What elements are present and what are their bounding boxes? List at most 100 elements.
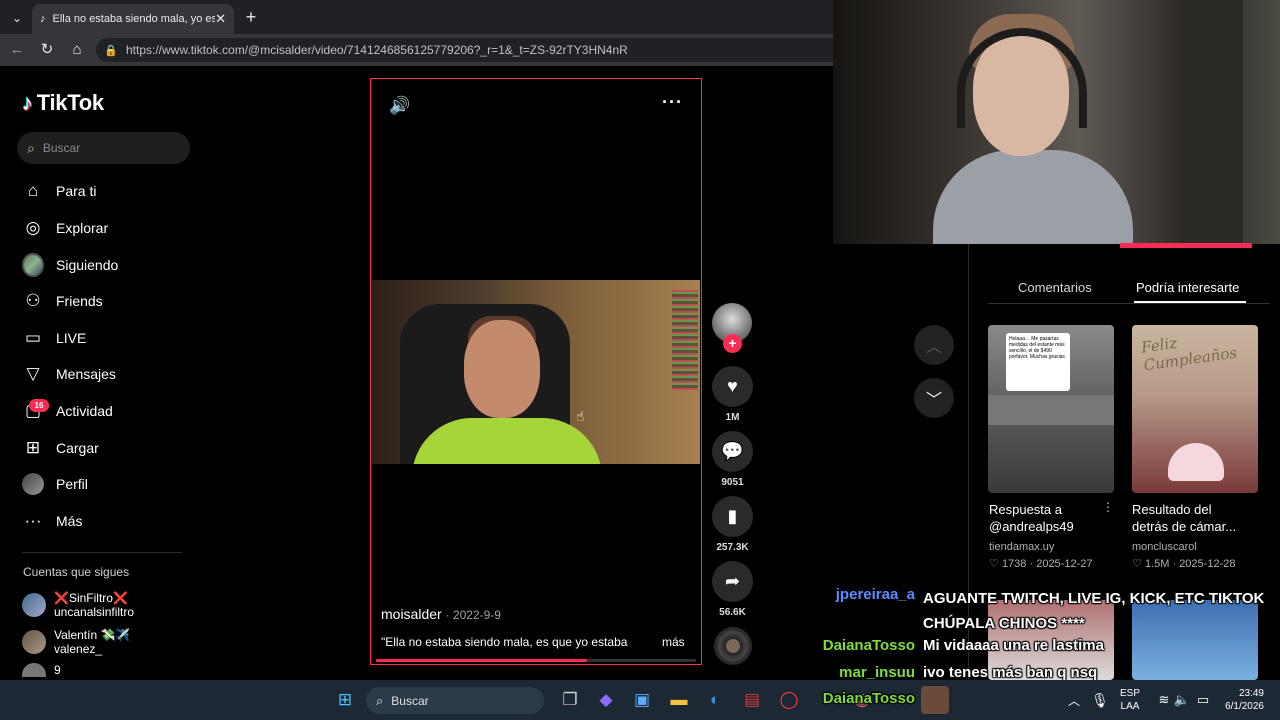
more-icon: ··· (24, 511, 42, 530)
sidebar-item-label: Actividad (56, 403, 113, 419)
video-user[interactable]: tiendamax.uy (989, 541, 1054, 553)
language-layout: LAA (1120, 701, 1140, 712)
url-text: https://www.tiktok.com/@mcisalder/video/… (126, 43, 628, 57)
chat-message: jpereiraa_a AGUANTE TWITCH, LIVE IG, KIC… (0, 586, 1280, 632)
video-menu-icon[interactable]: ⋮ (1102, 500, 1114, 514)
following-section-title: Cuentas que sigues (23, 565, 130, 579)
profile-avatar (22, 473, 44, 495)
video-likes: 1738 (1001, 558, 1027, 570)
language-code: ESP (1120, 688, 1141, 699)
tab-search-chevron-icon[interactable]: ⌄ (8, 9, 26, 27)
save-button[interactable]: ▮ (712, 496, 753, 537)
sidebar-item-label: Perfil (56, 476, 88, 492)
video-title[interactable]: Resultado del detrás de cámar... (1132, 501, 1250, 535)
language-indicator[interactable]: ESP LAA (1120, 687, 1140, 713)
progress-fill (376, 659, 588, 662)
sidebar-item-live[interactable]: ▭ LIVE (22, 323, 192, 353)
chevron-up-icon: ︿ (925, 339, 942, 356)
chat-text: ivo tenes más ban q nsq (923, 664, 1098, 681)
search-placeholder: Buscar (42, 141, 81, 155)
home-icon[interactable]: ⌂ (67, 40, 87, 60)
sidebar-divider (22, 552, 182, 553)
more-options-icon[interactable]: ··· (662, 92, 683, 113)
activity-badge: 16 (29, 399, 49, 412)
sidebar-item-label: Friends (56, 293, 103, 309)
tiktok-logo[interactable]: ♪ TikTok (22, 88, 104, 118)
video-date: 2025-12-28 (1179, 558, 1236, 570)
tab-comentarios[interactable]: Comentarios (1018, 280, 1092, 295)
sidebar-item-perfil[interactable]: Perfil (22, 469, 192, 499)
chat-username: mar_insuu (839, 664, 915, 681)
tiktok-note-icon: ♪ (22, 90, 33, 115)
address-bar[interactable]: 🔒 https://www.tiktok.com/@mcisalder/vide… (96, 38, 833, 62)
video-date: 2025-12-27 (1036, 558, 1093, 570)
tab-separator (988, 303, 1270, 304)
comment-button[interactable]: 💬 (712, 431, 753, 472)
video-user[interactable]: moncluscarol (1132, 541, 1197, 553)
comment-bubble-icon: 💬 (721, 441, 744, 461)
sidebar-item-label: Para ti (56, 183, 97, 199)
thumbnail-text: Holaaa… Me pasarías medidas del estante … (1006, 333, 1070, 391)
video-frame (372, 280, 700, 464)
reload-icon[interactable]: ↻ (37, 40, 57, 60)
sidebar-item-label: Cargar (56, 440, 99, 456)
video-stats: ♡ 1.5M · 2025-12-28 (1132, 558, 1236, 570)
back-arrow-icon[interactable]: ← (7, 40, 27, 60)
sidebar-item-mensajes[interactable]: ▽ Mensajes (22, 359, 192, 389)
sidebar-item-mas[interactable]: ··· Más (22, 506, 192, 536)
taskbar-clock[interactable]: 23:49 6/1/2026 (1218, 687, 1264, 713)
sidebar-item-friends[interactable]: ⚇ Friends (22, 286, 192, 316)
search-icon: ⌕ (27, 139, 35, 156)
sidebar-item-cargar[interactable]: ⊞ Cargar (22, 433, 192, 463)
chevron-down-icon: ﹀ (925, 392, 942, 409)
sidebar-item-siguiendo[interactable]: Siguiendo (22, 250, 192, 280)
sidebar-item-para-ti[interactable]: ⌂ Para ti (22, 176, 192, 206)
search-input[interactable]: ⌕ Buscar (17, 132, 190, 164)
chat-username: jpereiraa_a (835, 586, 915, 603)
following-avatar (22, 253, 44, 277)
home-icon: ⌂ (27, 181, 39, 200)
chat-text: AGUANTE TWITCH, LIVE IG, KICK, ETC TIKTO… (923, 590, 1265, 632)
site-info-icon[interactable]: 🔒 (104, 44, 118, 57)
save-count: 257.3K (716, 542, 749, 553)
live-icon: ▭ (24, 328, 42, 347)
new-tab-button[interactable]: + (242, 6, 260, 28)
chat-username: DaianaTosso (822, 637, 915, 654)
webcam-overlay (833, 0, 1280, 244)
volume-icon[interactable]: 🔊 (389, 96, 410, 116)
tray-chevron-up-icon[interactable]: ︿ (1060, 686, 1088, 714)
previous-video-button[interactable]: ︿ (914, 325, 954, 365)
active-tab-indicator (1134, 301, 1246, 303)
bookmark-icon: ▮ (727, 506, 738, 526)
chat-username: DaianaTosso (822, 690, 915, 707)
clock-date: 6/1/2026 (1225, 701, 1264, 712)
battery-icon[interactable]: ▭ (1189, 686, 1217, 714)
logo-text: TikTok (36, 90, 104, 115)
tab-podria-interesarte[interactable]: Podría interesarte (1136, 280, 1239, 295)
video-likes: 1.5M (1144, 558, 1170, 570)
video-thumbnail[interactable]: Holaaa… Me pasarías medidas del estante … (988, 325, 1114, 493)
close-tab-icon[interactable]: ✕ (215, 11, 226, 27)
compass-icon: ◎ (25, 218, 41, 237)
tiktok-favicon-icon: ♪ (40, 13, 46, 25)
video-stats: ♡ 1738 · 2025-12-27 (989, 558, 1093, 570)
video-title[interactable]: Respuesta a @andrealps49 (989, 501, 1107, 535)
sidebar-item-label: Explorar (56, 220, 109, 236)
sidebar-item-explorar[interactable]: ◎ Explorar (22, 213, 192, 243)
like-button[interactable]: ♥ (712, 366, 753, 407)
webcam-accent-bar (1120, 243, 1252, 248)
follow-plus-button[interactable]: + (723, 334, 742, 353)
thumbnail-text: Feliz Cumpleaños (1140, 333, 1239, 375)
browser-tab[interactable]: ♪ Ella no estaba siendo mala, yo esta ✕ (32, 4, 234, 34)
microphone-icon[interactable]: 🎙 (1086, 686, 1114, 714)
video-progress-bar[interactable] (376, 659, 696, 662)
mouse-cursor-icon: ☝ (576, 408, 585, 424)
heart-outline-icon: ♡ (989, 558, 999, 570)
video-thumbnail[interactable]: Feliz Cumpleaños (1132, 325, 1258, 493)
like-count: 1M (725, 412, 740, 423)
next-video-button[interactable]: ﹀ (914, 378, 954, 418)
upload-icon: ⊞ (25, 438, 41, 457)
tab-title: Ella no estaba siendo mala, yo esta (52, 13, 216, 25)
chat-text: Mi vidaaaa una re lastima (923, 637, 1104, 654)
sidebar-item-label: Siguiendo (56, 257, 119, 273)
